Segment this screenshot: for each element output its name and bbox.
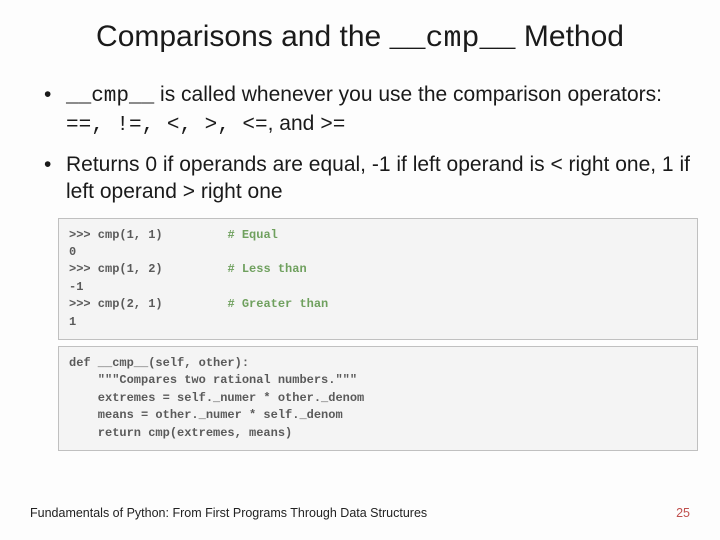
footer: Fundamentals of Python: From First Progr… bbox=[30, 506, 690, 520]
bullet-1: __cmp__ is called whenever you use the c… bbox=[40, 81, 690, 140]
code-comment: # Greater than bbox=[227, 297, 328, 311]
code-box-1: >>> cmp(1, 1) # Equal 0 >>> cmp(1, 2) # … bbox=[58, 218, 698, 340]
code-line: means = other._numer * self._denom bbox=[69, 407, 687, 424]
code-line: >>> cmp(1, 1) # Equal bbox=[69, 227, 687, 244]
code-text: >>> cmp(2, 1) bbox=[69, 297, 163, 311]
title-text-1: Comparisons and the bbox=[96, 20, 390, 53]
bullet-1-ops: ==, !=, <, >, <= bbox=[66, 114, 268, 137]
code-line: return cmp(extremes, means) bbox=[69, 425, 687, 442]
code-comment: # Equal bbox=[227, 228, 277, 242]
code-box-2: def __cmp__(self, other): """Compares tw… bbox=[58, 346, 698, 451]
code-line: >>> cmp(2, 1) # Greater than bbox=[69, 296, 687, 313]
title-code: __cmp__ bbox=[390, 22, 516, 56]
bullet-1-lastop: >= bbox=[320, 114, 345, 137]
code-line: 0 bbox=[69, 244, 687, 261]
code-comment: # Less than bbox=[227, 262, 306, 276]
bullet-1-code: __cmp__ bbox=[66, 85, 154, 108]
code-text: >>> cmp(1, 1) bbox=[69, 228, 163, 242]
bullet-1-and: , and bbox=[268, 112, 321, 135]
code-line: 1 bbox=[69, 314, 687, 331]
code-area: >>> cmp(1, 1) # Equal 0 >>> cmp(1, 2) # … bbox=[58, 218, 698, 451]
code-line: def __cmp__(self, other): bbox=[69, 355, 687, 372]
bullet-1-text: is called whenever you use the compariso… bbox=[154, 83, 662, 106]
code-line: """Compares two rational numbers.""" bbox=[69, 372, 687, 389]
slide: Comparisons and the __cmp__ Method __cmp… bbox=[0, 0, 720, 540]
page-number: 25 bbox=[676, 506, 690, 520]
title-text-2: Method bbox=[516, 20, 624, 53]
footer-text: Fundamentals of Python: From First Progr… bbox=[30, 506, 427, 520]
bullet-list: __cmp__ is called whenever you use the c… bbox=[30, 81, 690, 206]
code-text: >>> cmp(1, 2) bbox=[69, 262, 163, 276]
bullet-2-text: Returns 0 if operands are equal, -1 if l… bbox=[66, 153, 690, 203]
code-line: extremes = self._numer * other._denom bbox=[69, 390, 687, 407]
slide-title: Comparisons and the __cmp__ Method bbox=[80, 18, 641, 59]
bullet-2: Returns 0 if operands are equal, -1 if l… bbox=[40, 151, 690, 206]
code-line: -1 bbox=[69, 279, 687, 296]
code-line: >>> cmp(1, 2) # Less than bbox=[69, 261, 687, 278]
